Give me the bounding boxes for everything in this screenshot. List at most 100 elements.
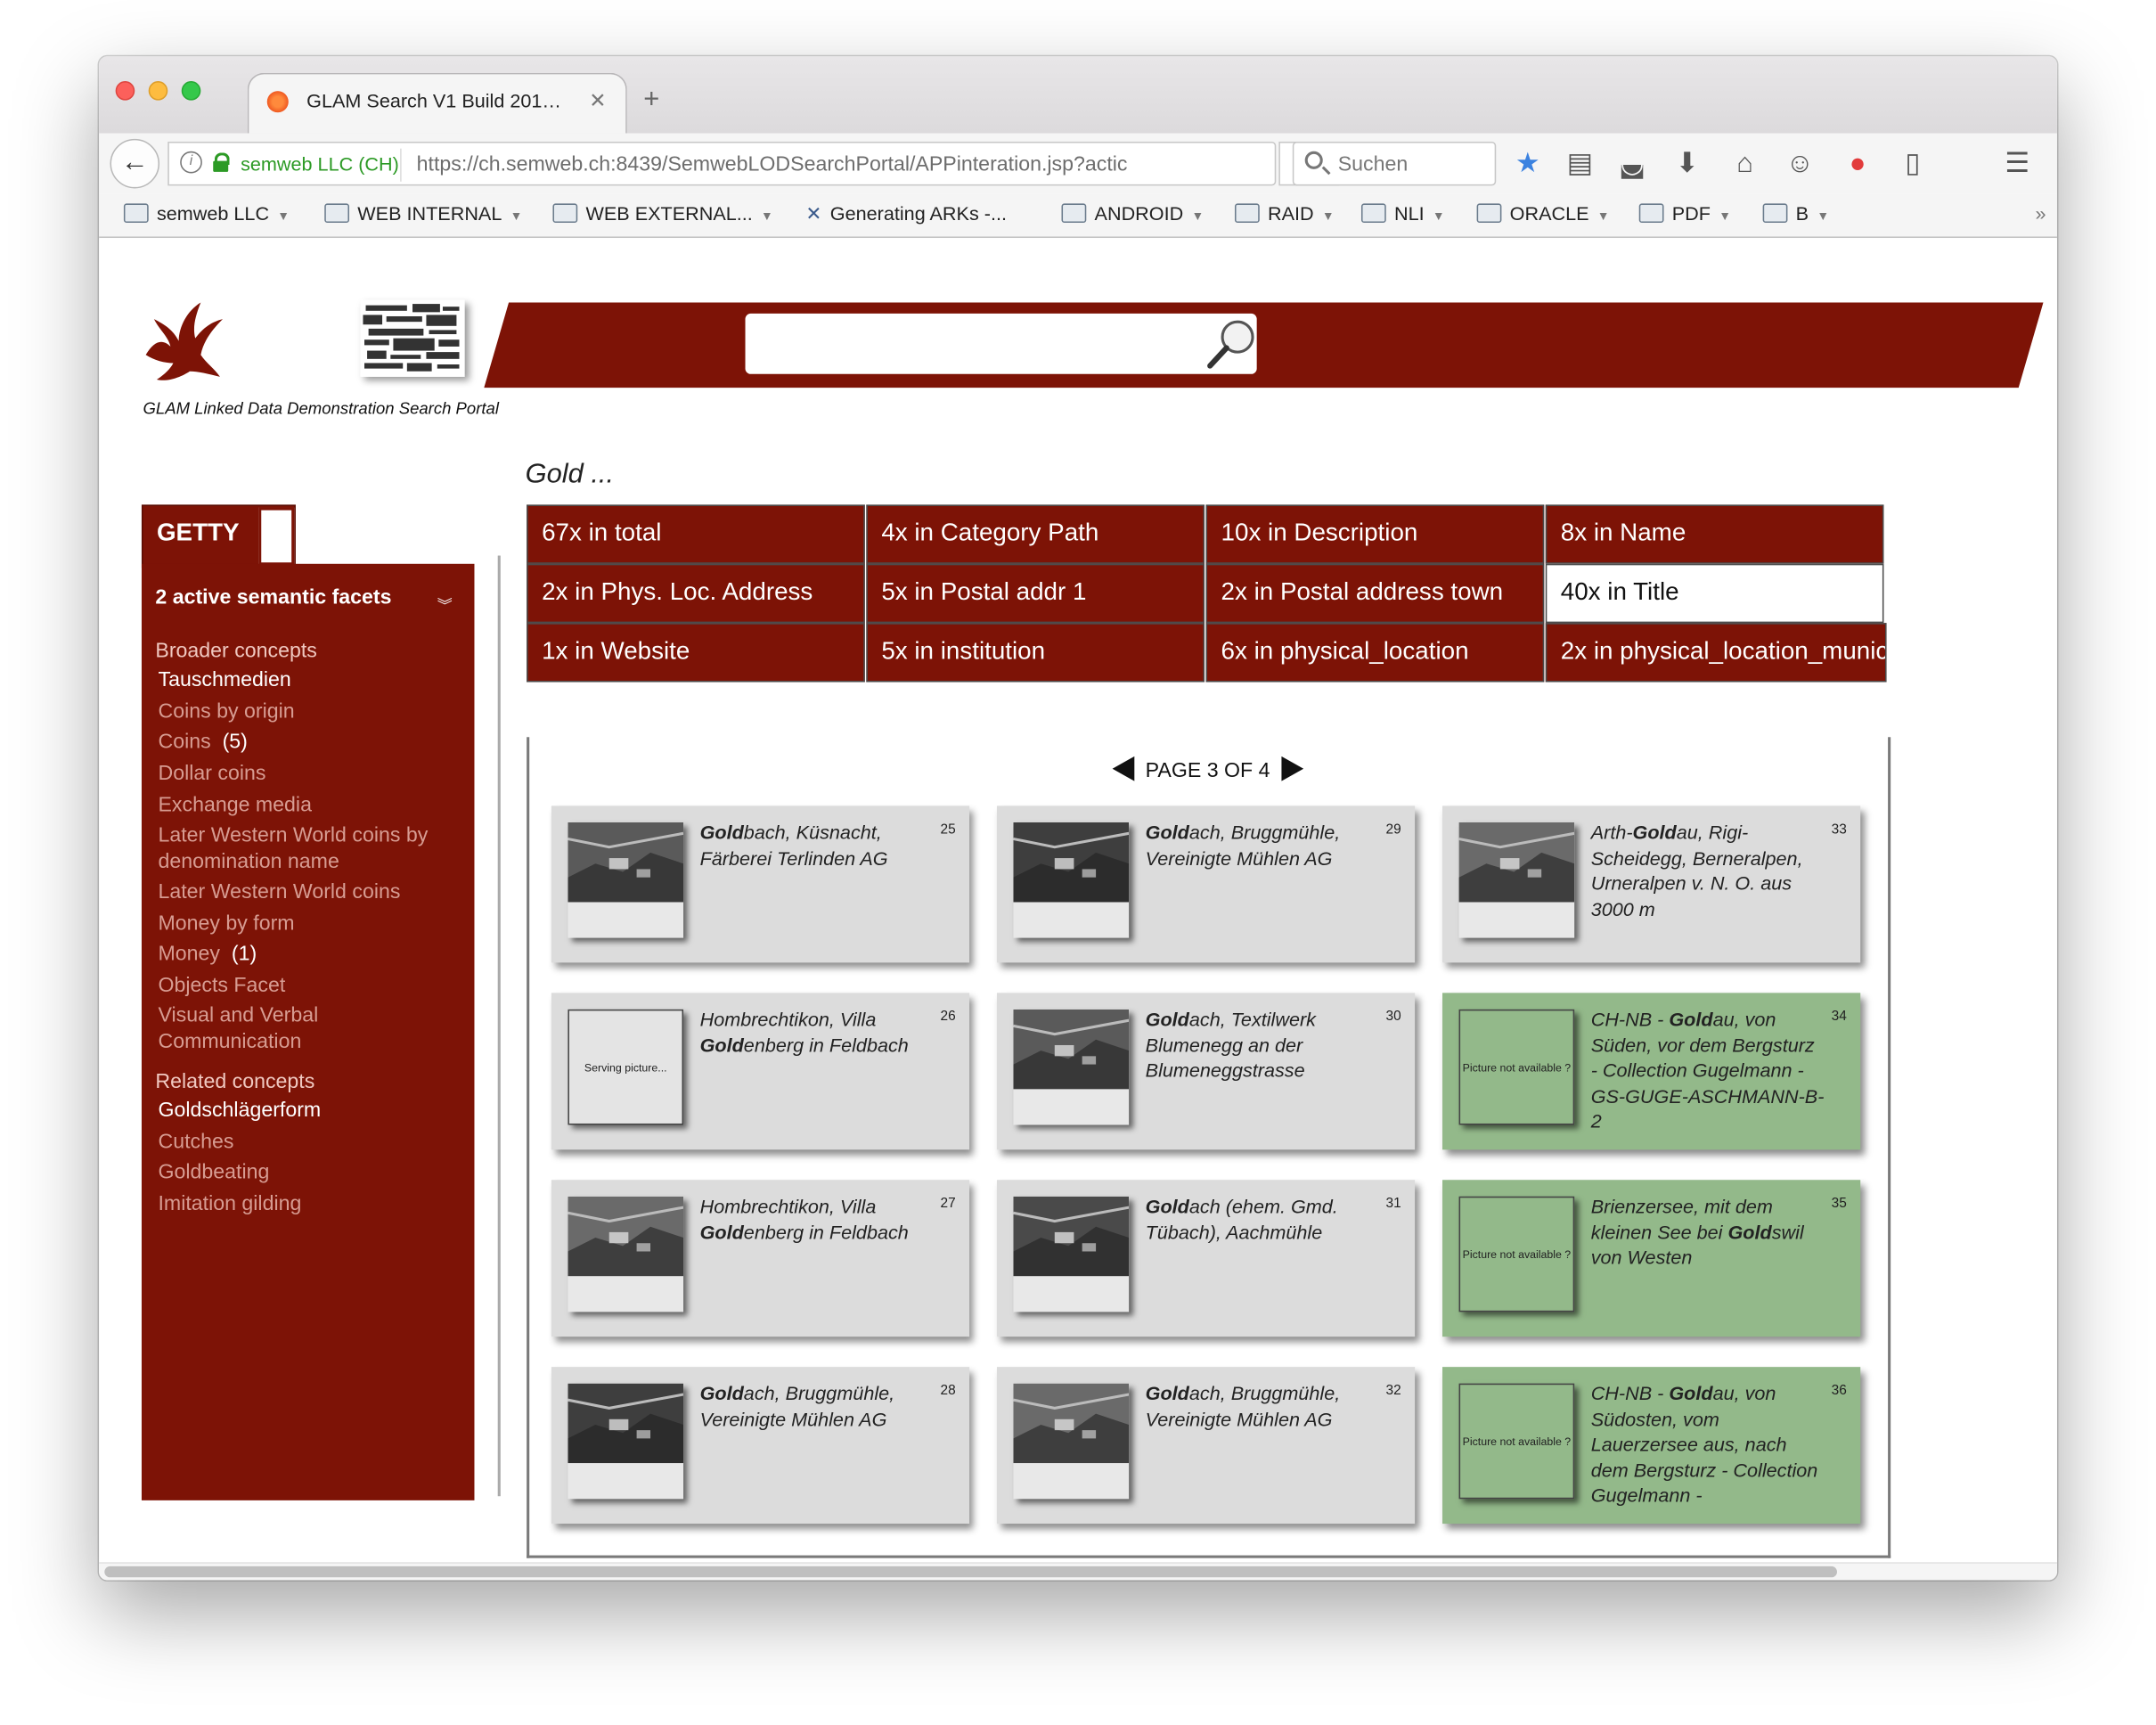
- bookmark-raid[interactable]: RAID ▼: [1234, 202, 1335, 225]
- facet-link[interactable]: Later Western World coins: [158, 879, 463, 904]
- bookmark-nli[interactable]: NLI ▼: [1360, 202, 1445, 225]
- address-bar[interactable]: i semweb LLC (CH) https://ch.semweb.ch:8…: [167, 141, 1277, 186]
- home-icon[interactable]: ⌂: [1727, 147, 1763, 180]
- serving-picture-placeholder[interactable]: Serving picture...: [568, 1009, 684, 1125]
- previous-page-icon[interactable]: [1112, 756, 1135, 781]
- match-cell[interactable]: 4x in Category Path: [866, 504, 1205, 564]
- zoom-window-button[interactable]: [181, 81, 201, 101]
- portal-search-input[interactable]: [745, 313, 1257, 374]
- facet-link[interactable]: Coins (5): [158, 729, 463, 755]
- url-text[interactable]: https://ch.semweb.ch:8439/SemwebLODSearc…: [417, 152, 1187, 176]
- tab-close-icon[interactable]: ✕: [589, 88, 606, 112]
- match-cell[interactable]: 5x in Postal addr 1: [866, 563, 1205, 624]
- info-icon[interactable]: i: [180, 151, 202, 174]
- result-thumbnail[interactable]: [568, 1383, 684, 1500]
- facet-link[interactable]: Goldbeating: [158, 1159, 463, 1185]
- facet-link[interactable]: Cutches: [158, 1129, 463, 1155]
- result-title[interactable]: Goldach, Bruggmühle, Vereinigte Mühlen A…: [700, 1381, 934, 1432]
- facet-link[interactable]: Objects Facet: [158, 972, 463, 998]
- minimize-window-button[interactable]: [148, 81, 168, 101]
- eagle-logo[interactable]: [143, 299, 229, 385]
- result-card[interactable]: Picture not available ? CH-NB - Goldau, v…: [1442, 1367, 1861, 1525]
- extension-icon[interactable]: ●: [1840, 147, 1875, 180]
- result-title[interactable]: Goldach, Bruggmühle, Vereinigte Mühlen A…: [1146, 820, 1379, 871]
- result-card[interactable]: Serving picture... Hombrechtikon, Villa G…: [551, 993, 970, 1150]
- result-title[interactable]: Goldach, Textilwerk Blumenegg an der Blu…: [1146, 1007, 1379, 1083]
- scrollbar-thumb[interactable]: [104, 1566, 1837, 1578]
- site-identity[interactable]: semweb LLC (CH): [241, 152, 399, 175]
- broader-active-concept[interactable]: Tauschmedien: [158, 668, 290, 691]
- match-cell[interactable]: 2x in physical_location_municipality: [1545, 623, 1887, 683]
- tab-getty[interactable]: GETTY: [141, 504, 296, 568]
- word-cloud-logo[interactable]: [360, 299, 465, 377]
- result-thumbnail[interactable]: [1458, 822, 1575, 938]
- result-card[interactable]: Picture not available ? CH-NB - Goldau, v…: [1442, 993, 1861, 1150]
- match-cell-selected[interactable]: 40x in Title: [1545, 563, 1884, 624]
- search-icon[interactable]: [1205, 316, 1260, 372]
- result-card[interactable]: Picture not available ? Brienzersee, mit …: [1442, 1180, 1861, 1337]
- facet-link[interactable]: Imitation gilding: [158, 1191, 463, 1217]
- match-cell[interactable]: 1x in Website: [527, 623, 865, 683]
- back-button[interactable]: ←: [110, 138, 160, 189]
- tab-getty-toggle[interactable]: [258, 507, 295, 566]
- result-thumbnail[interactable]: [568, 822, 684, 938]
- bookmark-oracle[interactable]: ORACLE ▼: [1476, 202, 1610, 225]
- result-card[interactable]: Goldach, Textilwerk Blumenegg an der Blu…: [996, 993, 1416, 1150]
- result-title[interactable]: Goldach, Bruggmühle, Vereinigte Mühlen A…: [1146, 1381, 1379, 1432]
- close-window-button[interactable]: [115, 81, 135, 101]
- picture-not-available-placeholder[interactable]: Picture not available ?: [1458, 1196, 1575, 1312]
- result-thumbnail[interactable]: [1013, 822, 1130, 938]
- match-cell[interactable]: 2x in Postal address town: [1205, 563, 1545, 624]
- result-thumbnail[interactable]: [1013, 1009, 1130, 1125]
- result-card[interactable]: Arth-Goldau, Rigi-Scheidegg, Berneralpen…: [1442, 805, 1861, 963]
- result-thumbnail[interactable]: [568, 1196, 684, 1312]
- next-page-icon[interactable]: [1280, 756, 1303, 781]
- pocket-icon[interactable]: ◛: [1614, 147, 1650, 180]
- browser-search-input[interactable]: Suchen: [1292, 141, 1497, 186]
- picture-not-available-placeholder[interactable]: Picture not available ?: [1458, 1383, 1575, 1500]
- more-bookmarks-icon[interactable]: »: [2036, 202, 2046, 225]
- facet-link[interactable]: Money (1): [158, 941, 463, 967]
- match-cell[interactable]: 67x in total: [527, 504, 865, 564]
- result-title[interactable]: Goldbach, Küsnacht, Färberei Terlinden A…: [700, 820, 934, 871]
- result-card[interactable]: Goldach (ehem. Gmd. Tübach), Aachmühle 31: [996, 1180, 1416, 1337]
- result-title[interactable]: CH-NB - Goldau, von Südosten, vom Lauerz…: [1591, 1381, 1825, 1508]
- clipboard-icon[interactable]: ▯: [1895, 147, 1931, 180]
- new-tab-icon[interactable]: +: [643, 84, 659, 115]
- result-title[interactable]: Hombrechtikon, Villa Goldenberg in Feldb…: [700, 1007, 934, 1058]
- result-thumbnail[interactable]: [1013, 1196, 1130, 1312]
- bookmark-b[interactable]: B ▼: [1762, 202, 1829, 225]
- facet-link[interactable]: Coins by origin: [158, 699, 463, 724]
- result-card[interactable]: Goldbach, Küsnacht, Färberei Terlinden A…: [551, 805, 970, 963]
- facet-link[interactable]: Exchange media: [158, 792, 463, 818]
- match-cell[interactable]: 8x in Name: [1545, 504, 1884, 564]
- horizontal-scrollbar[interactable]: [99, 1562, 2057, 1581]
- result-card[interactable]: Hombrechtikon, Villa Goldenberg in Feldb…: [551, 1180, 970, 1337]
- download-icon[interactable]: ⬇: [1670, 147, 1705, 180]
- result-title[interactable]: CH-NB - Goldau, von Süden, vor dem Bergs…: [1591, 1007, 1825, 1134]
- bookmark-web-internal[interactable]: WEB INTERNAL ▼: [324, 202, 522, 225]
- result-title[interactable]: Arth-Goldau, Rigi-Scheidegg, Berneralpen…: [1591, 820, 1825, 921]
- browser-tab[interactable]: GLAM Search V1 Build 201… ✕: [247, 72, 627, 134]
- result-card[interactable]: Goldach, Bruggmühle, Vereinigte Mühlen A…: [996, 1367, 1416, 1525]
- match-cell[interactable]: 2x in Phys. Loc. Address: [527, 563, 865, 624]
- bookmark-web-external[interactable]: WEB EXTERNAL... ▼: [552, 202, 773, 225]
- result-title[interactable]: Goldach (ehem. Gmd. Tübach), Aachmühle: [1146, 1194, 1379, 1245]
- bookmark-generating-arks[interactable]: ✕ Generating ARKs -...: [805, 202, 1007, 225]
- menu-icon[interactable]: ☰: [1999, 147, 2035, 180]
- match-cell[interactable]: 5x in institution: [866, 623, 1205, 683]
- result-card[interactable]: Goldach, Bruggmühle, Vereinigte Mühlen A…: [996, 805, 1416, 963]
- picture-not-available-placeholder[interactable]: Picture not available ?: [1458, 1009, 1575, 1125]
- match-cell[interactable]: 10x in Description: [1205, 504, 1545, 564]
- bookmark-pdf[interactable]: PDF ▼: [1638, 202, 1731, 225]
- related-active-concept[interactable]: Goldschlägerform: [158, 1099, 321, 1122]
- bookmark-android[interactable]: ANDROID ▼: [1061, 202, 1204, 225]
- chat-icon[interactable]: ☺: [1782, 147, 1817, 180]
- facet-link[interactable]: Money by form: [158, 911, 463, 936]
- result-card[interactable]: Goldach, Bruggmühle, Vereinigte Mühlen A…: [551, 1367, 970, 1525]
- facet-link[interactable]: Later Western World coins by denominatio…: [158, 822, 463, 875]
- collapse-icon[interactable]: ︾: [437, 594, 453, 617]
- bookmark-star-icon[interactable]: ★: [1510, 147, 1546, 180]
- facet-link[interactable]: Visual and Verbal Communication: [158, 1002, 463, 1055]
- match-cell[interactable]: 6x in physical_location: [1205, 623, 1545, 683]
